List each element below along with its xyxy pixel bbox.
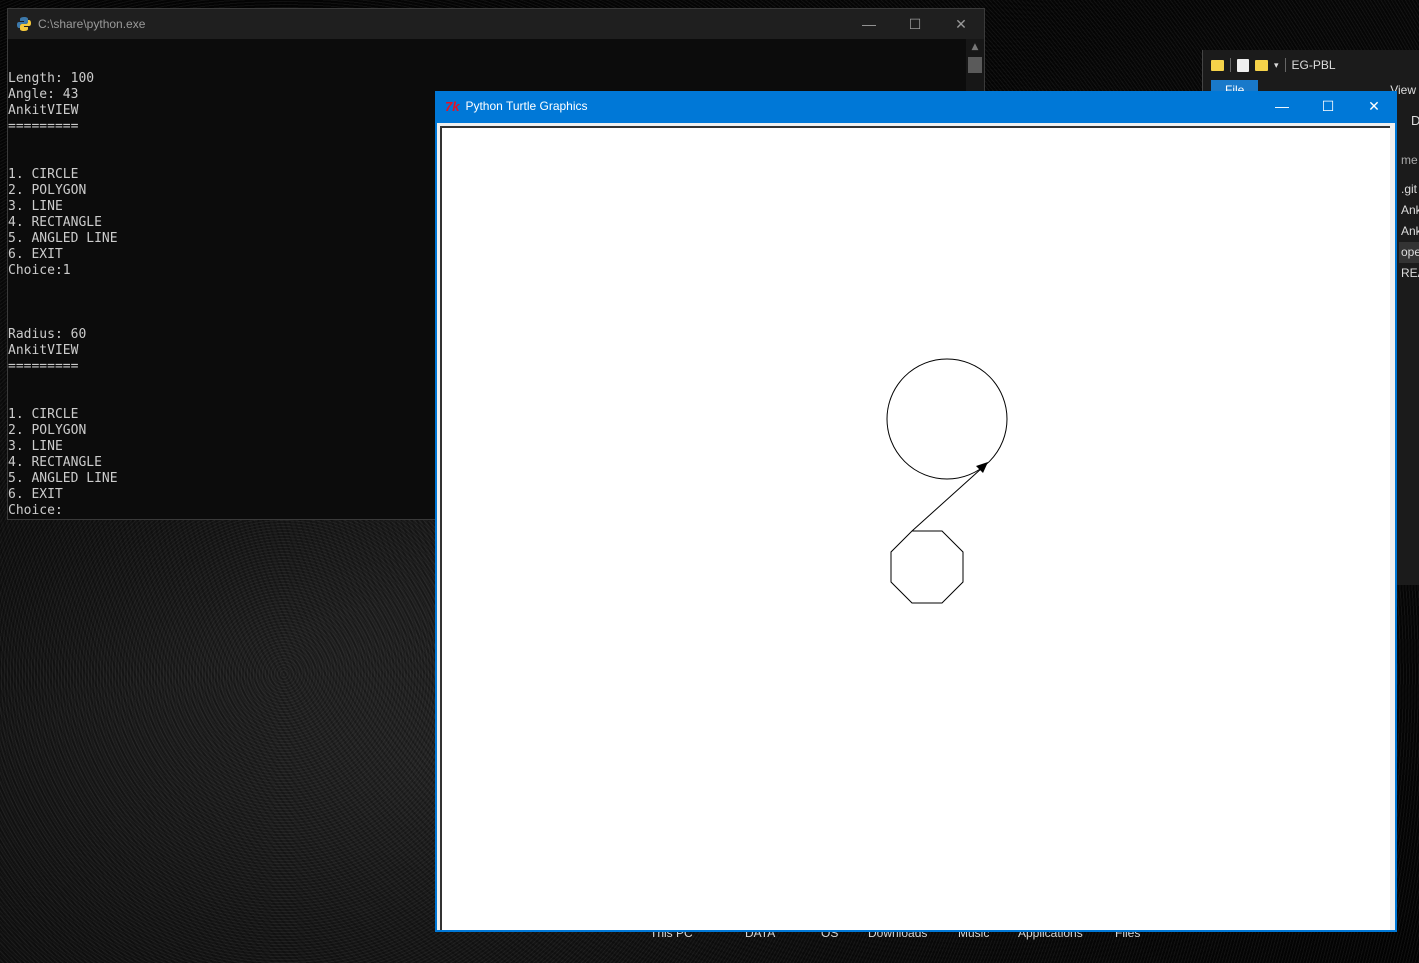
quick-access-toolbar: ▾ EG-PBL	[1203, 50, 1419, 80]
window-title: C:\share\python.exe	[38, 17, 146, 31]
new-folder-icon[interactable]	[1255, 59, 1268, 71]
address-bar-fragment[interactable]: D	[1399, 113, 1419, 128]
list-item[interactable]: REA	[1399, 263, 1419, 284]
scroll-up-icon[interactable]: ▲	[966, 39, 984, 55]
window-title: EG-PBL	[1291, 58, 1336, 72]
close-button[interactable]: ✕	[1351, 91, 1397, 121]
python-icon	[17, 17, 31, 31]
list-item[interactable]: Ank	[1399, 200, 1419, 221]
maximize-button[interactable]: ☐	[1305, 91, 1351, 121]
drawn-octagon	[890, 530, 964, 604]
column-header-name[interactable]: me	[1399, 150, 1419, 171]
dropdown-arrow-icon[interactable]: ▾	[1274, 60, 1279, 71]
properties-icon[interactable]	[1237, 58, 1249, 72]
folder-icon[interactable]	[1211, 59, 1224, 71]
list-item[interactable]: .git	[1399, 179, 1419, 200]
minimize-button[interactable]: —	[1259, 91, 1305, 121]
turtle-titlebar[interactable]: 7k Python Turtle Graphics — ☐ ✕	[435, 91, 1397, 121]
tk-feather-icon: 7k	[445, 98, 460, 114]
scrollbar-thumb[interactable]	[968, 57, 982, 73]
console-titlebar[interactable]: C:\share\python.exe — ☐ ✕	[8, 9, 984, 39]
window-controls: — ☐ ✕	[1259, 91, 1397, 121]
drawn-circle	[886, 358, 1008, 480]
window-title: Python Turtle Graphics	[465, 99, 588, 113]
turtle-client-area	[437, 123, 1395, 930]
turtle-graphics-window[interactable]: 7k Python Turtle Graphics — ☐ ✕	[435, 91, 1397, 932]
list-item[interactable]: ope	[1399, 242, 1419, 263]
file-list: me .git Ank Ank ope REA	[1399, 150, 1419, 585]
divider	[1284, 58, 1286, 72]
maximize-button[interactable]: ☐	[892, 9, 938, 39]
close-button[interactable]: ✕	[938, 9, 984, 39]
turtle-canvas[interactable]	[440, 126, 1390, 930]
minimize-button[interactable]: —	[846, 9, 892, 39]
turtle-drawing	[886, 358, 1008, 604]
window-controls: — ☐ ✕	[846, 9, 984, 39]
drawn-angled-line	[911, 467, 983, 532]
divider	[1230, 58, 1231, 72]
list-item[interactable]: Ank	[1399, 221, 1419, 242]
